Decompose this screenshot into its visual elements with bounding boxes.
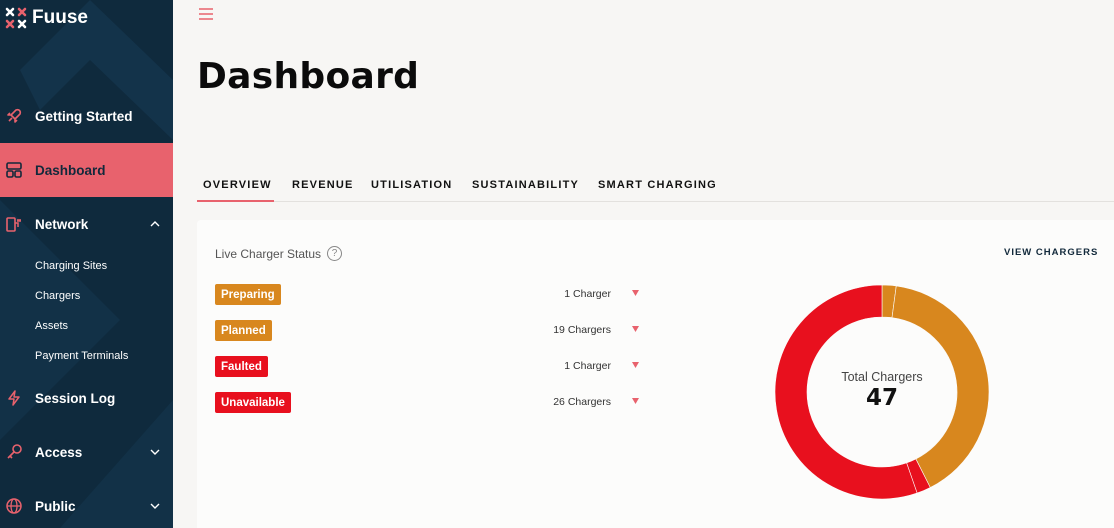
rocket-icon: [5, 107, 23, 125]
chevron-down-icon[interactable]: [149, 500, 161, 512]
fuuse-logo[interactable]: Fuuse: [4, 6, 88, 30]
donut-total: 47: [865, 384, 898, 411]
tab-revenue[interactable]: REVENUE: [292, 179, 354, 191]
chevron-up-icon[interactable]: [149, 218, 161, 230]
sidebar-item-session-log[interactable]: Session Log: [0, 371, 173, 425]
sidebar-subitem-assets[interactable]: Assets: [35, 320, 68, 332]
sidebar: Fuuse Getting Started Dashboard Network …: [0, 0, 173, 528]
brand-name: Fuuse: [32, 7, 88, 28]
tab-overview[interactable]: OVERVIEW: [203, 179, 272, 191]
live-charger-status-card: Live Charger Status ? VIEW CHARGERS Prep…: [197, 220, 1114, 528]
status-row-planned[interactable]: Planned 19 Chargers: [215, 320, 639, 342]
key-icon: [5, 443, 23, 461]
tab-label: OVERVIEW: [203, 179, 272, 191]
status-count: 26 Chargers: [553, 396, 611, 408]
card-title: Live Charger Status ?: [215, 246, 343, 261]
card-title-text: Live Charger Status: [215, 246, 322, 261]
globe-icon: [5, 497, 23, 515]
sidebar-subitem-chargers[interactable]: Chargers: [35, 290, 80, 302]
status-count: 1 Charger: [564, 288, 611, 300]
donut-label-text: Total Chargers: [841, 369, 923, 384]
dashboard-icon: [5, 161, 23, 179]
status-badge: Preparing: [215, 284, 281, 305]
status-badge: Faulted: [215, 356, 268, 377]
logo-mark-icon: [5, 7, 27, 29]
sidebar-item-label: Session Log: [35, 390, 116, 406]
tab-bar: OVERVIEW REVENUE UTILISATION SUSTAINABIL…: [197, 170, 1114, 202]
status-count: 19 Chargers: [553, 324, 611, 336]
sidebar-item-label: Dashboard: [35, 162, 106, 178]
caret-down-icon[interactable]: [632, 362, 639, 368]
tab-smart-charging[interactable]: SMART CHARGING: [598, 179, 717, 191]
caret-down-icon[interactable]: [632, 326, 639, 332]
status-badge: Planned: [215, 320, 272, 341]
total-chargers-donut: Total Chargers 47: [774, 284, 990, 500]
chevron-down-icon[interactable]: [149, 446, 161, 458]
bolt-icon: [5, 389, 23, 407]
tab-utilisation[interactable]: UTILISATION: [371, 179, 452, 191]
sidebar-item-getting-started[interactable]: Getting Started: [0, 89, 173, 143]
sidebar-item-network[interactable]: Network: [0, 197, 173, 251]
donut-center-label: Total Chargers 47: [774, 284, 990, 500]
sidebar-item-label: Network: [35, 216, 89, 232]
sidebar-subitem-payment-terminals[interactable]: Payment Terminals: [35, 350, 128, 362]
status-badge: Unavailable: [215, 392, 291, 413]
sidebar-item-label: Access: [35, 444, 83, 460]
page-title: Dashboard: [197, 56, 420, 97]
status-row-preparing[interactable]: Preparing 1 Charger: [215, 284, 639, 306]
sidebar-subitem-charging-sites[interactable]: Charging Sites: [35, 260, 107, 272]
view-chargers-link[interactable]: VIEW CHARGERS: [1004, 247, 1098, 258]
network-icon: [5, 215, 23, 233]
help-icon[interactable]: ?: [327, 246, 343, 261]
caret-down-icon[interactable]: [632, 398, 639, 404]
status-count: 1 Charger: [564, 360, 611, 372]
caret-down-icon[interactable]: [632, 290, 639, 296]
tab-sustainability[interactable]: SUSTAINABILITY: [472, 179, 579, 191]
sidebar-item-label: Getting Started: [35, 108, 133, 124]
sidebar-item-dashboard[interactable]: Dashboard: [0, 143, 173, 197]
status-row-faulted[interactable]: Faulted 1 Charger: [215, 356, 639, 378]
sidebar-item-access[interactable]: Access: [0, 425, 173, 479]
status-row-unavailable[interactable]: Unavailable 26 Chargers: [215, 392, 639, 414]
sidebar-item-public[interactable]: Public: [0, 479, 173, 528]
hamburger-menu-icon[interactable]: [198, 8, 214, 20]
sidebar-item-label: Public: [35, 498, 76, 514]
active-tab-indicator: [197, 200, 274, 202]
